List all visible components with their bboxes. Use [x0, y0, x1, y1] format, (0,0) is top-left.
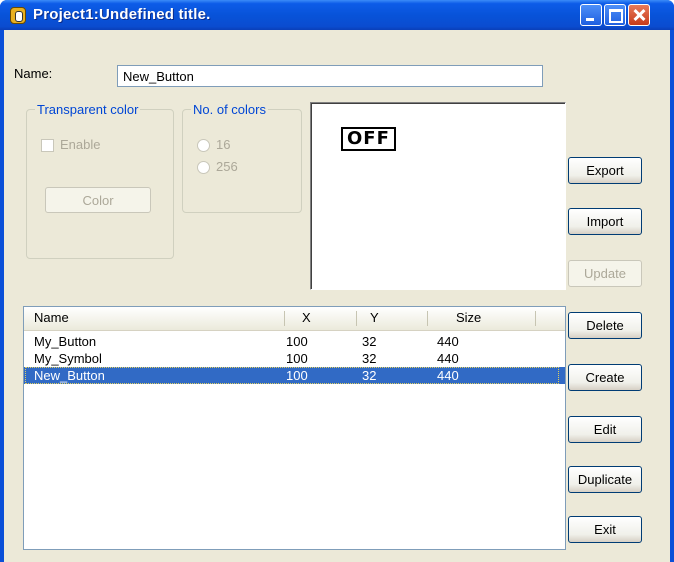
- column-header-name[interactable]: Name: [34, 307, 69, 329]
- list-item[interactable]: My_Symbol 100 32 440: [24, 350, 565, 367]
- edit-button[interactable]: Edit: [568, 416, 642, 443]
- import-button[interactable]: Import: [568, 208, 642, 235]
- list-item-selected[interactable]: New_Button 100 32 440: [24, 367, 565, 384]
- symbol-list[interactable]: Name X Y Size My_Button 100 32 440 My_Sy…: [23, 306, 566, 550]
- enable-label: Enable: [60, 137, 101, 152]
- list-item[interactable]: My_Button 100 32 440: [24, 333, 565, 350]
- cell-size: 440: [437, 368, 459, 383]
- cell-name: My_Button: [34, 334, 97, 349]
- column-header-y[interactable]: Y: [370, 307, 379, 329]
- column-divider[interactable]: [427, 311, 428, 326]
- radio-256-label: 256: [216, 159, 238, 174]
- column-header-x[interactable]: X: [302, 307, 311, 329]
- transparent-color-group: Transparent color Enable Color: [26, 102, 174, 259]
- column-divider[interactable]: [284, 311, 285, 326]
- dialog-client-area: Name: Transparent color Enable Color No.…: [4, 30, 670, 562]
- maximize-icon[interactable]: [604, 4, 626, 26]
- cell-x: 100: [286, 334, 308, 349]
- image-preview: OFF: [310, 102, 566, 290]
- column-divider[interactable]: [535, 311, 536, 326]
- list-header: Name X Y Size: [24, 307, 565, 331]
- close-icon[interactable]: [628, 4, 650, 26]
- num-colors-group: No. of colors 16 256: [182, 102, 302, 213]
- cell-name: My_Symbol: [34, 351, 102, 366]
- cell-y: 32: [362, 351, 377, 366]
- num-colors-label: No. of colors: [191, 102, 268, 117]
- column-divider[interactable]: [356, 311, 357, 326]
- transparent-color-label: Transparent color: [35, 102, 141, 117]
- column-header-size[interactable]: Size: [456, 307, 481, 329]
- radio-16-label: 16: [216, 137, 231, 152]
- delete-button[interactable]: Delete: [568, 312, 642, 339]
- window-title: Project1:Undefined title.: [33, 6, 211, 23]
- cell-y: 32: [362, 368, 377, 383]
- name-label: Name:: [14, 66, 53, 81]
- name-input[interactable]: [117, 65, 543, 87]
- update-button[interactable]: Update: [568, 260, 642, 287]
- title-bar[interactable]: Project1:Undefined title.: [0, 0, 674, 30]
- duplicate-button[interactable]: Duplicate: [568, 466, 642, 493]
- export-button[interactable]: Export: [568, 157, 642, 184]
- cell-size: 440: [437, 334, 459, 349]
- radio-256[interactable]: [197, 161, 210, 174]
- radio-16[interactable]: [197, 139, 210, 152]
- enable-checkbox[interactable]: [41, 139, 54, 152]
- cell-size: 440: [437, 351, 459, 366]
- color-button[interactable]: Color: [45, 187, 151, 213]
- cell-x: 100: [286, 351, 308, 366]
- cell-x: 100: [286, 368, 308, 383]
- cell-y: 32: [362, 334, 377, 349]
- exit-button[interactable]: Exit: [568, 516, 642, 543]
- app-window: Project1:Undefined title. Name: Transpar…: [0, 0, 674, 562]
- cell-name: New_Button: [34, 368, 105, 383]
- create-button[interactable]: Create: [568, 364, 642, 391]
- minimize-icon[interactable]: [580, 4, 602, 26]
- preview-off-label: OFF: [341, 127, 396, 151]
- app-icon[interactable]: [10, 7, 26, 24]
